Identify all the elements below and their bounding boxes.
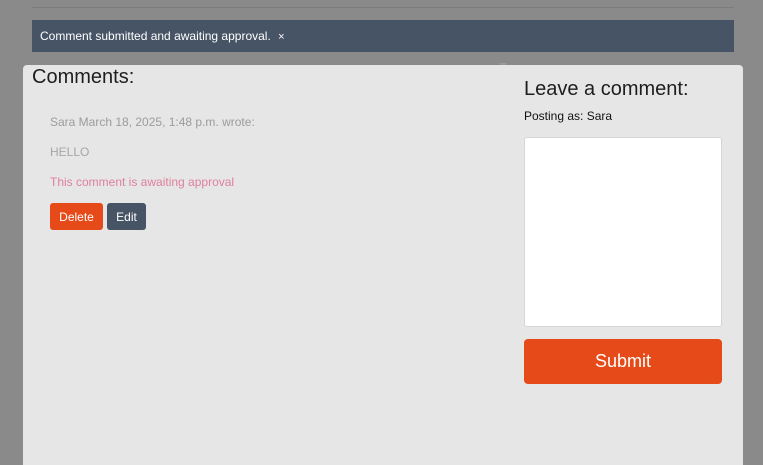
edit-comment-button[interactable]: Edit (107, 203, 146, 230)
success-alert: Comment submitted and awaiting approval.… (32, 20, 734, 52)
leave-comment-heading: Leave a comment: (524, 78, 689, 100)
comments-heading: Comments: (32, 66, 135, 88)
comment-status: This comment is awaiting approval (50, 175, 235, 189)
delete-comment-button[interactable]: Delete (50, 203, 103, 230)
top-divider (32, 7, 734, 8)
submit-button[interactable]: Submit (524, 339, 722, 384)
alert-message: Comment submitted and awaiting approval. (40, 29, 271, 43)
comment-meta: Sara March 18, 2025, 1:48 p.m. wrote: (50, 115, 255, 129)
posting-as-label: Posting as: Sara (524, 109, 613, 123)
comment-textarea[interactable] (524, 137, 722, 327)
close-icon[interactable]: × (278, 31, 284, 43)
comment-body: HELLO (50, 145, 90, 159)
comments-panel: Comments: Sara March 18, 2025, 1:48 p.m.… (23, 65, 743, 465)
